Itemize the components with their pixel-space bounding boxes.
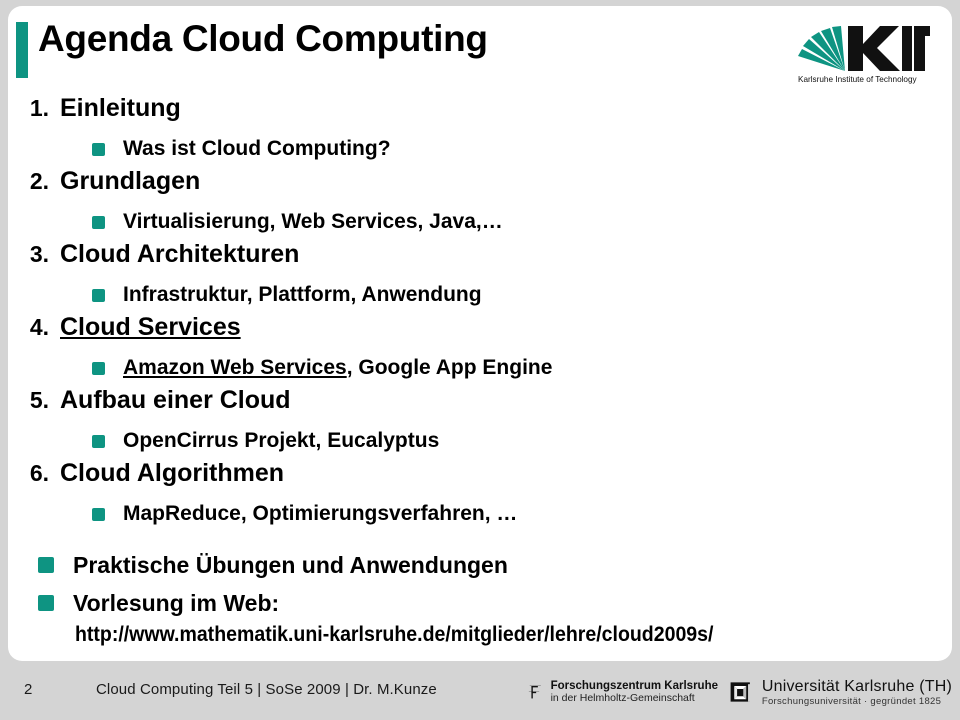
agenda-subitem-label-rest: , Google App Engine <box>346 356 553 379</box>
agenda-item: 6. Cloud Algorithmen <box>8 459 952 496</box>
agenda-subitem-label: MapReduce, Optimierungsverfahren, … <box>123 502 518 525</box>
page-number: 2 <box>24 681 33 698</box>
agenda-item-number: 5. <box>29 387 49 413</box>
agenda-subitem: Virtualisierung, Web Services, Java,… <box>8 204 952 240</box>
agenda-subitem-label: Infrastruktur, Plattform, Anwendung <box>123 283 482 306</box>
kit-logo: Karlsruhe Institute of Technology <box>790 24 930 86</box>
fzk-f-mark-icon <box>528 685 541 699</box>
agenda-item: 5. Aufbau einer Cloud <box>8 386 952 423</box>
forschungszentrum-karlsruhe-logo: Forschungszentrum Karlsruhe in der Helmh… <box>528 674 718 710</box>
agenda-item-label: Cloud Algorithmen <box>60 459 285 487</box>
agenda-subitem-label: Amazon Web Services, Google App Engine <box>123 356 552 380</box>
footer: 2 Cloud Computing Teil 5 | SoSe 2009 | D… <box>0 661 960 720</box>
agenda-subitem: OpenCirrus Projekt, Eucalyptus <box>8 423 952 459</box>
green-square-bullet-icon <box>92 288 105 302</box>
green-square-bullet-icon <box>92 507 105 521</box>
agenda-item-label: Grundlagen <box>60 167 201 195</box>
agenda-subitem: Amazon Web Services, Google App Engine <box>8 350 952 386</box>
agenda-item-number: 2. <box>29 168 49 194</box>
agenda-subitem-label: Virtualisierung, Web Services, Java,… <box>123 210 503 233</box>
note-label: Praktische Übungen und Anwendungen <box>73 551 508 578</box>
agenda-item-label: Aufbau einer Cloud <box>60 386 291 414</box>
green-square-bullet-icon <box>92 142 105 156</box>
agenda-subitem: Infrastruktur, Plattform, Anwendung <box>8 277 952 313</box>
uka-cube-mark-icon <box>730 682 752 702</box>
uka-logo-line1: Universität Karlsruhe (TH) <box>761 677 952 695</box>
agenda-subitem: Was ist Cloud Computing? <box>8 131 952 167</box>
agenda-item-label: Einleitung <box>60 94 181 122</box>
green-square-bullet-icon <box>92 361 105 375</box>
note-label: Vorlesung im Web: <box>73 589 280 616</box>
slide-card: Agenda Cloud Computing Karlsruhe Institu… <box>8 6 952 661</box>
kit-wordmark <box>848 26 930 71</box>
green-square-bullet-icon <box>38 557 54 573</box>
note-item: Praktische Übungen und Anwendungen <box>8 546 952 584</box>
agenda-group: 4. Cloud Services Amazon Web Services, G… <box>8 313 952 386</box>
green-square-bullet-icon <box>92 215 105 229</box>
kit-logo-graphic: Karlsruhe Institute of Technology <box>798 26 930 84</box>
fzk-logo-line2: in der Helmholtz-Gemeinschaft <box>550 692 695 704</box>
agenda-item: 4. Cloud Services <box>8 313 952 350</box>
agenda-group: 2. Grundlagen Virtualisierung, Web Servi… <box>8 167 952 240</box>
agenda-group: 1. Einleitung Was ist Cloud Computing? <box>8 94 952 167</box>
agenda-list: 1. Einleitung Was ist Cloud Computing? 2… <box>8 94 952 532</box>
footer-caption: Cloud Computing Teil 5 | SoSe 2009 | Dr.… <box>96 681 437 698</box>
kit-tagline: Karlsruhe Institute of Technology <box>798 75 918 84</box>
agenda-item-label: Cloud Architekturen <box>60 240 300 268</box>
agenda-item: 3. Cloud Architekturen <box>8 240 952 277</box>
agenda-group: 3. Cloud Architekturen Infrastruktur, Pl… <box>8 240 952 313</box>
agenda-subitem-label: OpenCirrus Projekt, Eucalyptus <box>123 429 440 452</box>
green-square-bullet-icon <box>38 595 54 611</box>
agenda-item: 2. Grundlagen <box>8 167 952 204</box>
universitaet-karlsruhe-logo: Universität Karlsruhe (TH) Forschungsuni… <box>730 672 952 712</box>
lecture-url[interactable]: http://www.mathematik.uni-karlsruhe.de/m… <box>8 623 886 647</box>
agenda-item-number: 4. <box>29 314 49 340</box>
agenda-subitem: MapReduce, Optimierungsverfahren, … <box>8 496 952 532</box>
agenda-subitem-label: Was ist Cloud Computing? <box>123 137 391 160</box>
fzk-logo-line1: Forschungszentrum Karlsruhe <box>550 680 718 692</box>
green-square-bullet-icon <box>92 434 105 448</box>
note-item: Vorlesung im Web: <box>8 584 952 622</box>
agenda-item: 1. Einleitung <box>8 94 952 131</box>
agenda-group: 6. Cloud Algorithmen MapReduce, Optimier… <box>8 459 952 532</box>
agenda-item-number: 1. <box>29 95 49 121</box>
page-title: Agenda Cloud Computing <box>38 18 488 59</box>
uka-logo-line2: Forschungsuniversität · gegründet 1825 <box>761 695 942 707</box>
bottom-notes: Praktische Übungen und Anwendungen Vorle… <box>8 546 952 647</box>
agenda-group: 5. Aufbau einer Cloud OpenCirrus Projekt… <box>8 386 952 459</box>
agenda-item-number: 3. <box>29 241 49 267</box>
agenda-item-number: 6. <box>29 460 49 486</box>
agenda-subitem-label-underlined-part: Amazon Web Services <box>123 356 347 379</box>
agenda-item-label: Cloud Services <box>60 313 241 341</box>
kit-logo-rays <box>798 26 845 71</box>
title-accent-bar <box>16 22 28 78</box>
